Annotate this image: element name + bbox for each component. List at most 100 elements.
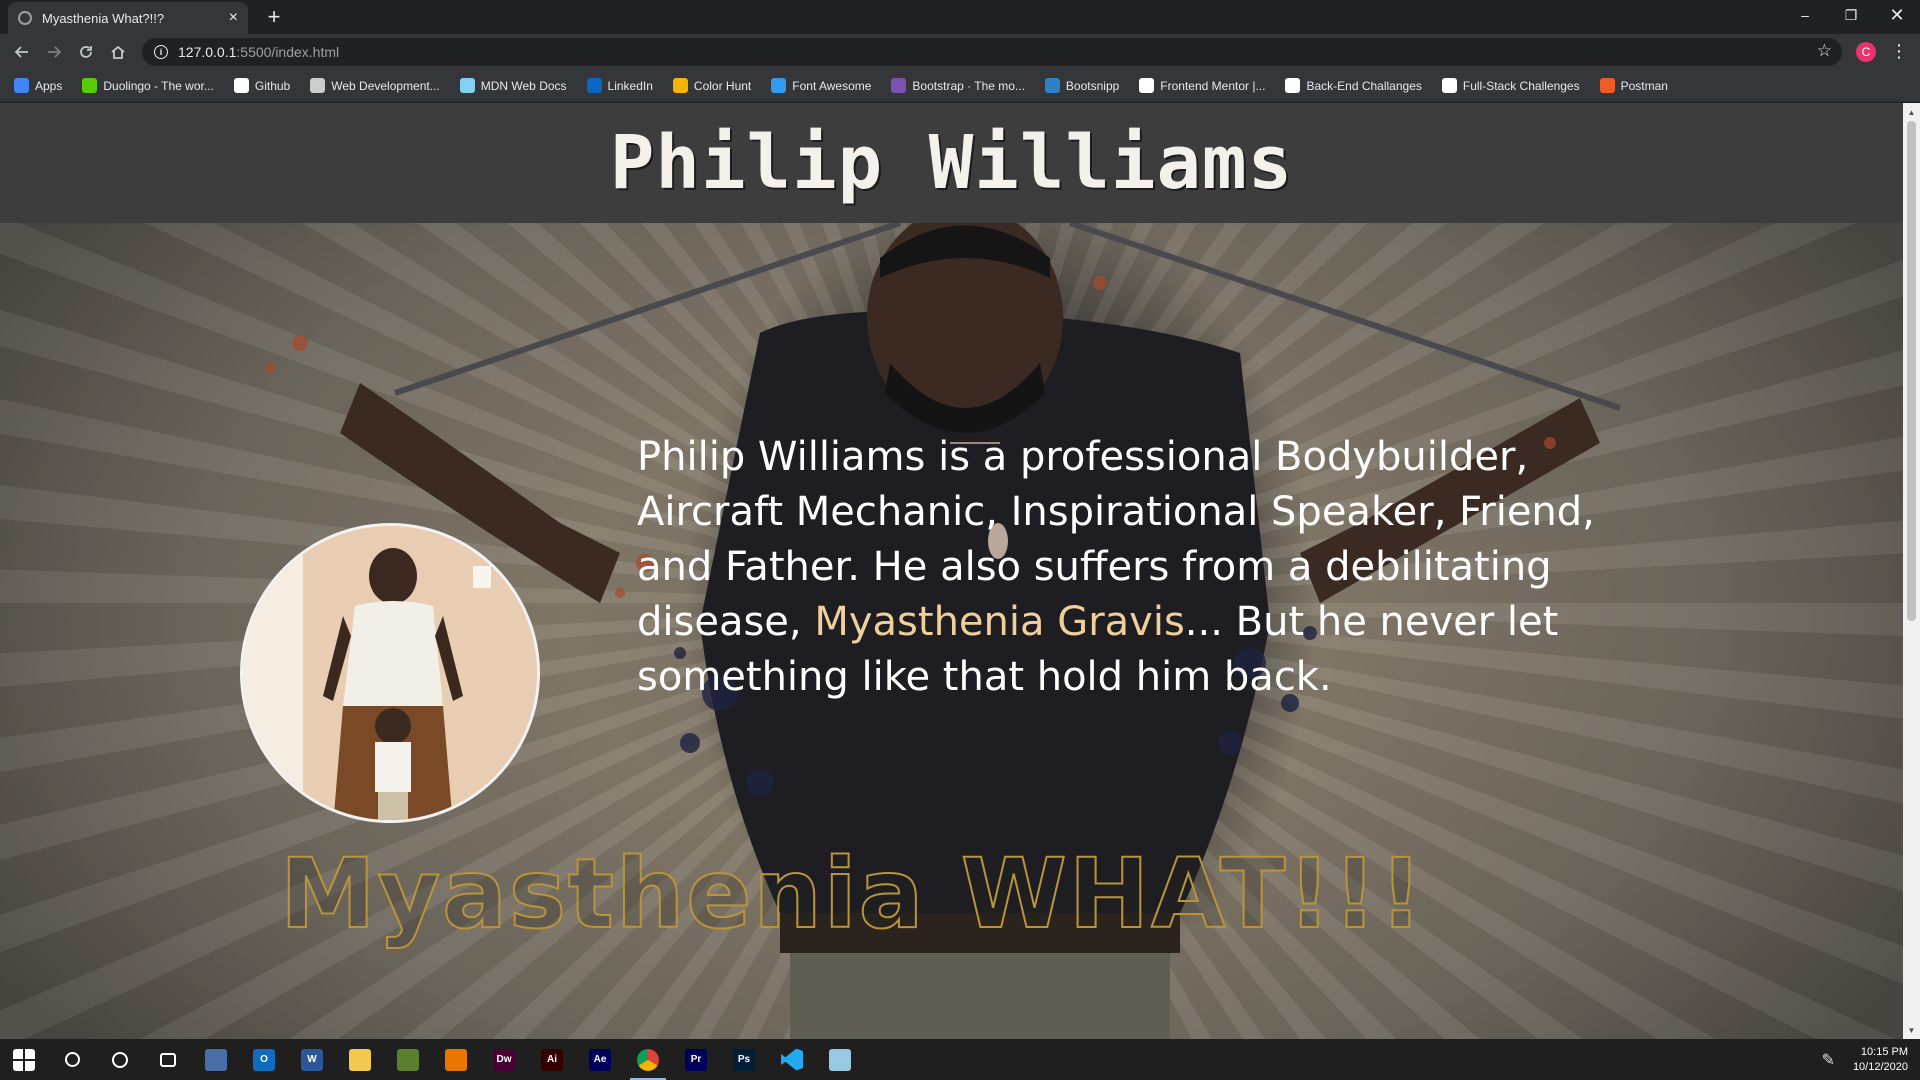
back-button[interactable]	[8, 38, 36, 66]
illustrator-icon: Ai	[541, 1048, 563, 1071]
site-info-icon[interactable]: i	[154, 45, 168, 59]
bookmark-label: Apps	[35, 78, 63, 93]
scroll-thumb[interactable]	[1907, 121, 1916, 621]
photoshop-icon: Ps	[733, 1048, 755, 1071]
search-icon	[64, 1052, 80, 1067]
taskbar-photoshop-button[interactable]: Ps	[720, 1039, 768, 1080]
vscode-icon	[781, 1048, 803, 1071]
chrome-icon	[637, 1048, 659, 1071]
restore-button[interactable]: ❐	[1828, 0, 1874, 30]
bookmark-item[interactable]: Web Development...	[310, 78, 440, 93]
clock-date: 10/12/2020	[1852, 1060, 1908, 1073]
tab-title: Myasthenia What?!!?	[42, 10, 165, 26]
taskbar-word-button[interactable]: W	[288, 1039, 336, 1080]
bookmark-item[interactable]: Font Awesome	[771, 78, 871, 93]
taskbar-file-explorer-button[interactable]	[336, 1039, 384, 1080]
bookmark-item[interactable]: Github	[233, 78, 291, 93]
bookmark-label: LinkedIn	[607, 78, 653, 93]
notepad-icon	[829, 1048, 851, 1071]
reload-button[interactable]	[72, 38, 100, 66]
taskbar-cortana-button[interactable]	[96, 1039, 144, 1080]
bookmark-label: Postman	[1620, 78, 1668, 93]
bookmark-item[interactable]: Back-End Challanges	[1285, 78, 1422, 93]
tab-close-icon[interactable]: ×	[229, 10, 238, 26]
taskbar-after-effects-button[interactable]: Ae	[576, 1039, 624, 1080]
bookmark-label: Github	[254, 78, 291, 93]
bookmarks-bar: Apps Duolingo - The wor... Github Web Devel…	[0, 70, 1920, 102]
system-clock[interactable]: 10:15 PM 10/12/2020	[1853, 1045, 1908, 1075]
bookmark-item[interactable]: Bootsnipp	[1044, 78, 1120, 93]
taskbar-illustrator-button[interactable]: Ai	[528, 1039, 576, 1080]
tab-strip: Myasthenia What?!!? × + – ❐ ✕	[0, 0, 1920, 34]
postman-icon	[1599, 78, 1615, 93]
bookmark-item[interactable]: Postman	[1599, 78, 1668, 93]
taskbar-chrome-button[interactable]	[624, 1039, 672, 1080]
hero-section: Philip Williams is a professional Bodybu…	[0, 223, 1903, 1039]
bookmark-label: Duolingo - The wor...	[103, 78, 214, 93]
back-arrow-icon	[14, 46, 28, 58]
pen-workspace-icon[interactable]: ✎	[1822, 1050, 1835, 1070]
bookmark-star-icon[interactable]: ☆	[1817, 41, 1832, 61]
bookmark-label: Back-End Challanges	[1306, 78, 1422, 93]
font-awesome-icon	[771, 78, 787, 93]
profile-photo	[240, 523, 540, 823]
github-icon	[1285, 78, 1301, 93]
system-tray: ✎ 10:15 PM 10/12/2020	[1822, 1039, 1920, 1080]
premiere-icon: Pr	[685, 1048, 707, 1071]
bookmark-label: Color Hunt	[693, 78, 752, 93]
reload-icon	[80, 46, 92, 58]
start-button-icon	[13, 1048, 35, 1071]
bookmark-item[interactable]: Duolingo - The wor...	[82, 78, 214, 93]
bookmark-label: Bootsnipp	[1065, 78, 1120, 93]
taskbar-blender-button[interactable]	[432, 1039, 480, 1080]
profile-avatar[interactable]: C	[1856, 42, 1876, 62]
taskbar-premiere-button[interactable]: Pr	[672, 1039, 720, 1080]
home-icon	[111, 45, 125, 59]
bootstrap-icon	[891, 78, 907, 93]
taskbar-search-button[interactable]	[48, 1039, 96, 1080]
taskbar-outlook-button[interactable]: O	[240, 1039, 288, 1080]
bio-paragraph: Philip Williams is a professional Bodybu…	[637, 430, 1667, 705]
taskbar-vscode-button[interactable]	[768, 1039, 816, 1080]
taskbar-minecraft-button[interactable]	[384, 1039, 432, 1080]
scroll-up-arrow-icon[interactable]: ▲	[1903, 105, 1920, 119]
after-effects-icon: Ae	[589, 1048, 611, 1071]
cortana-icon	[112, 1051, 128, 1068]
clock-time: 10:15 PM	[1860, 1045, 1908, 1058]
address-bar[interactable]: i 127.0.0.1 :5500/index.html ☆	[142, 38, 1842, 66]
close-window-button[interactable]: ✕	[1874, 0, 1920, 30]
taskbar-start-button-button[interactable]	[0, 1039, 48, 1080]
home-button[interactable]	[104, 38, 132, 66]
duolingo-icon	[82, 78, 98, 93]
browser-menu-icon[interactable]: ⋮	[1890, 40, 1908, 62]
bookmark-label: Font Awesome	[792, 78, 872, 93]
new-tab-button[interactable]: +	[260, 4, 288, 30]
bookmark-item[interactable]: Frontend Mentor |...	[1139, 78, 1265, 93]
disease-highlight: Myasthenia Gravis	[814, 599, 1185, 645]
github-icon	[233, 78, 249, 93]
bookmark-label: Frontend Mentor |...	[1160, 78, 1266, 93]
mdn-icon	[459, 78, 475, 93]
bookmark-item[interactable]: Color Hunt	[672, 78, 752, 93]
minecraft-icon	[397, 1048, 419, 1071]
color-hunt-icon	[672, 78, 688, 93]
taskbar-task-view-button[interactable]	[144, 1039, 192, 1080]
bootsnipp-icon	[1044, 78, 1060, 93]
taskbar-dreamweaver-button[interactable]: Dw	[480, 1039, 528, 1080]
page-scrollbar[interactable]: ▲ ▼	[1903, 103, 1920, 1039]
scroll-down-arrow-icon[interactable]: ▼	[1903, 1023, 1920, 1037]
bookmark-item[interactable]: LinkedIn	[586, 78, 653, 93]
word-icon: W	[301, 1048, 323, 1071]
bookmark-item[interactable]: Bootstrap · The mo...	[891, 78, 1025, 93]
minimize-button[interactable]: –	[1782, 0, 1828, 30]
outlook-icon: O	[253, 1048, 275, 1071]
forward-button[interactable]	[40, 38, 68, 66]
windows-taskbar: O W Dw Ai Ae Pr Ps ✎ 10:15 PM 10/12/2020	[0, 1039, 1920, 1080]
blender-icon	[445, 1048, 467, 1071]
bookmark-item[interactable]: Full-Stack Challenges	[1441, 78, 1580, 93]
bookmark-item[interactable]: Apps	[14, 78, 62, 93]
taskbar-calculator-button[interactable]	[192, 1039, 240, 1080]
bookmark-item[interactable]: MDN Web Docs	[459, 78, 567, 93]
taskbar-notepad-button[interactable]	[816, 1039, 864, 1080]
browser-tab[interactable]: Myasthenia What?!!? ×	[8, 2, 248, 34]
